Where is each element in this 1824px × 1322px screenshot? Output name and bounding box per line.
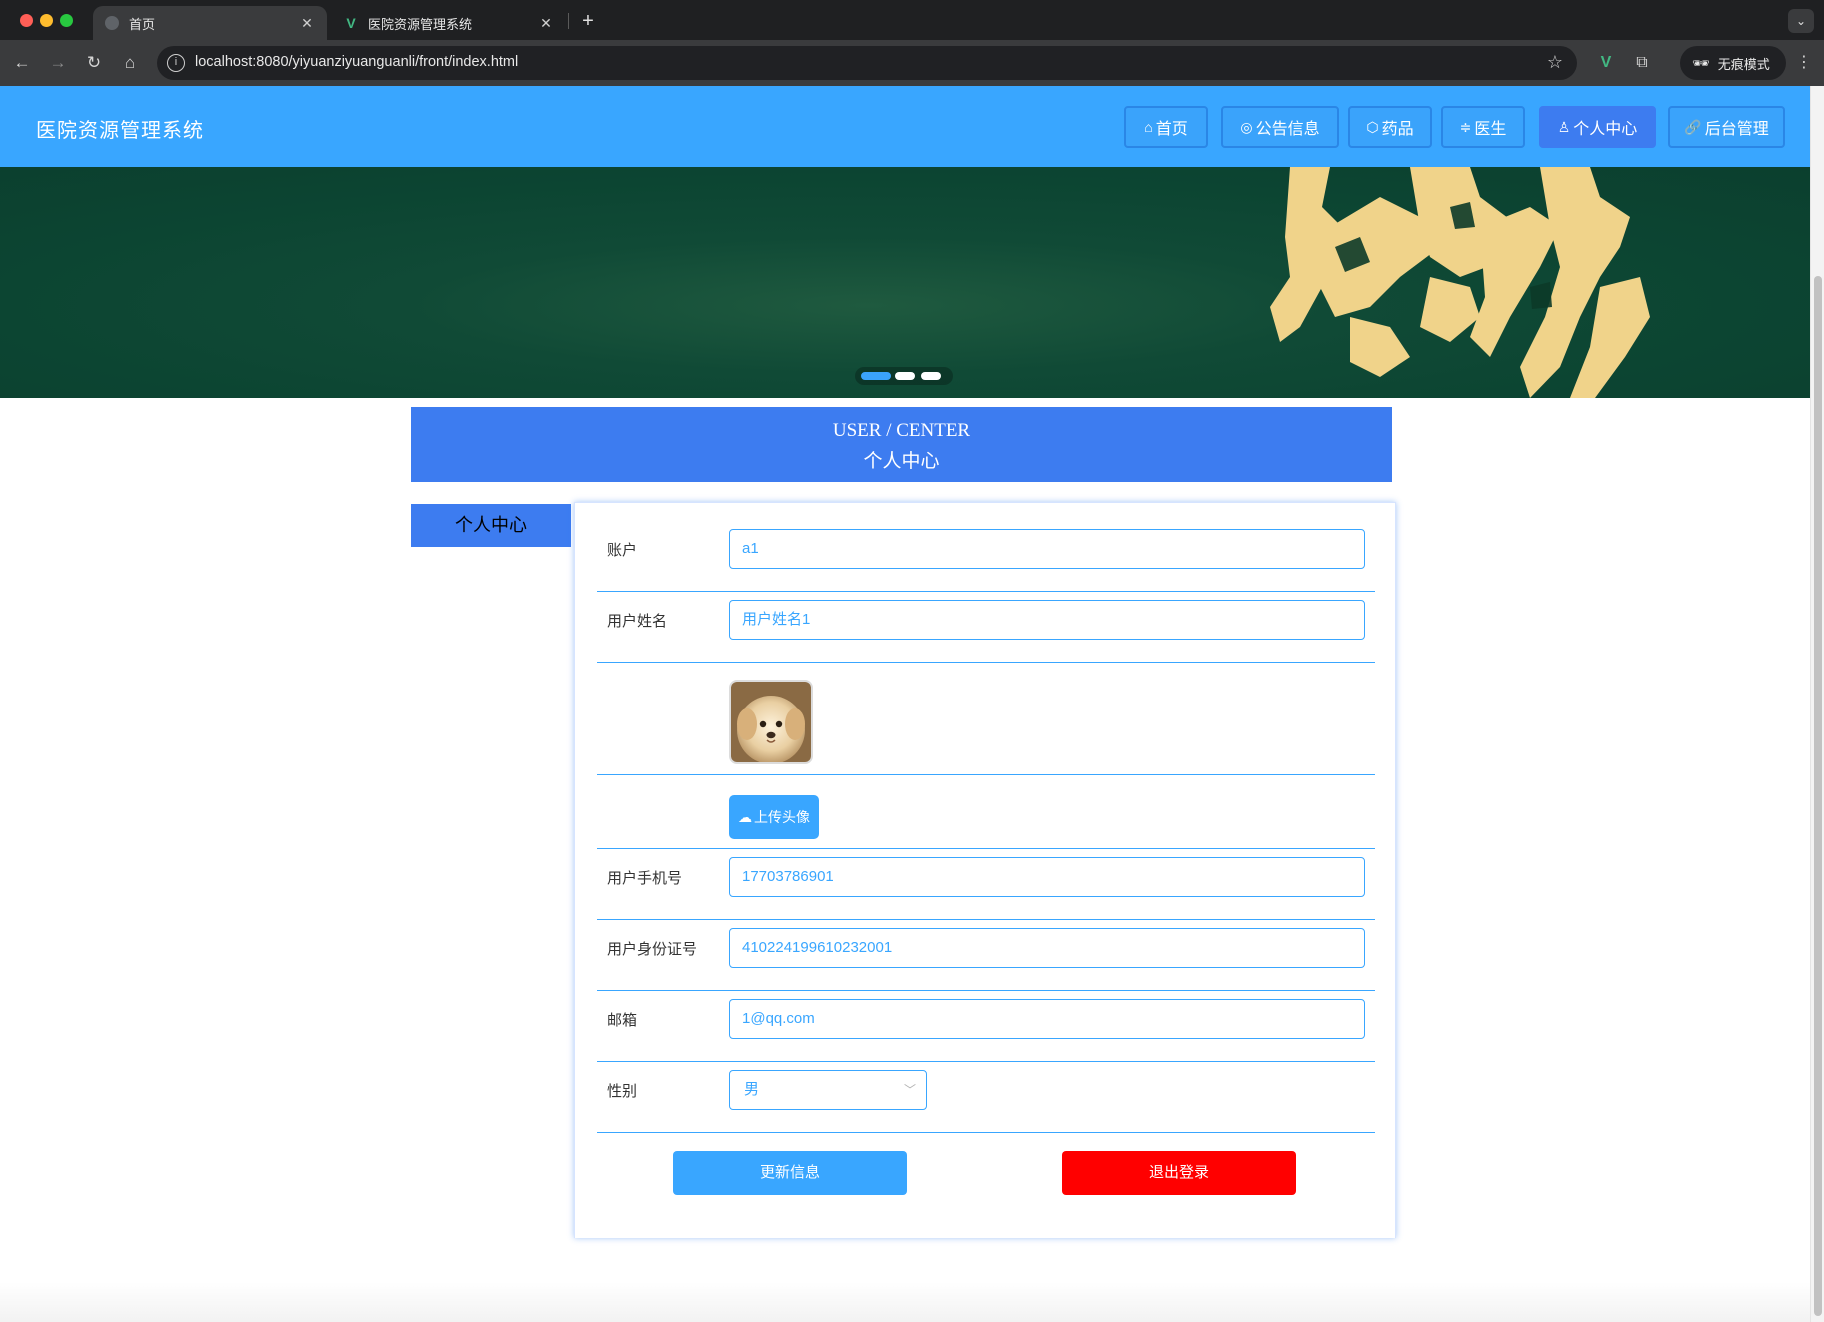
carousel-banner[interactable] (0, 167, 1810, 398)
bookmark-star-icon[interactable]: ☆ (1547, 52, 1563, 73)
nav-label: 药品 (1381, 121, 1414, 138)
carousel-indicators (855, 367, 953, 385)
nav-label: 公告信息 (1255, 121, 1320, 138)
nav-label: 首页 (1155, 121, 1188, 138)
nav-label: 个人中心 (1573, 121, 1638, 138)
nav-doctor[interactable]: ≑ 医生 (1441, 106, 1525, 148)
phone-input[interactable]: 17703786901 (729, 857, 1365, 897)
email-input[interactable]: 1@qq.com (729, 999, 1365, 1039)
chevron-down-icon: ﹀ (903, 1083, 916, 1097)
update-info-button[interactable]: 更新信息 (673, 1151, 907, 1195)
link-icon: 🔗 (1684, 118, 1702, 135)
browser-tab-strip: 首页 ✕ V 医院资源管理系统 ✕ + ⌄ (0, 0, 1824, 40)
avatar-image (729, 680, 813, 764)
upload-avatar-button[interactable]: ☁ 上传头像 (729, 795, 819, 839)
upload-label: 上传头像 (754, 809, 810, 825)
nav-medicine[interactable]: ⬡ 药品 (1348, 106, 1432, 148)
gender-value: 男 (744, 1081, 760, 1098)
url-text[interactable]: localhost:8080/yiyuanziyuanguanli/front/… (195, 54, 518, 70)
site-header: 医院资源管理系统 ⌂ 首页 ◎ 公告信息 ⬡ 药品 ≑ 医生 ♙ 个人中心 🔗 后台管理 (0, 86, 1810, 167)
back-arrow-icon[interactable]: ← (8, 49, 36, 77)
tab-close-icon[interactable]: ✕ (538, 15, 554, 32)
carousel-dot-2[interactable] (895, 372, 915, 380)
vue-favicon-icon: V (346, 15, 356, 31)
new-tab-button[interactable]: + (574, 8, 602, 34)
forward-arrow-icon[interactable]: → (44, 49, 72, 77)
browser-toolbar: ← → ↻ ⌂ i localhost:8080/yiyuanziyuangua… (0, 40, 1824, 86)
nav-user-center[interactable]: ♙ 个人中心 (1539, 106, 1656, 148)
phone-label: 用户手机号 (607, 870, 683, 887)
incognito-indicator[interactable]: 🕶 无痕模式 (1680, 46, 1786, 80)
account-label: 账户 (607, 542, 638, 559)
section-title-cn: 个人中心 (863, 451, 940, 472)
close-window-button[interactable] (20, 14, 33, 27)
scrollbar-thumb[interactable] (1814, 276, 1822, 1316)
id-card-label: 用户身份证号 (607, 941, 698, 958)
page-viewport: 医院资源管理系统 ⌂ 首页 ◎ 公告信息 ⬡ 药品 ≑ 医生 ♙ 个人中心 🔗 后台管理 (0, 86, 1810, 1322)
cloud-upload-icon: ☁ (738, 808, 752, 825)
nav-announcements[interactable]: ◎ 公告信息 (1221, 106, 1339, 148)
tab-title: 医院资源管理系统 (368, 16, 473, 32)
logout-button[interactable]: 退出登录 (1062, 1151, 1296, 1195)
maximize-window-button[interactable] (60, 14, 73, 27)
incognito-label: 无痕模式 (1717, 56, 1770, 72)
incognito-icon: 🕶 (1692, 54, 1710, 71)
tab-divider (568, 13, 569, 29)
sliders-icon: ≑ (1459, 118, 1472, 135)
id-card-input[interactable]: 410224199610232001 (729, 928, 1365, 968)
email-label: 邮箱 (607, 1012, 638, 1029)
extensions-puzzle-icon[interactable]: ⧉ (1628, 49, 1656, 77)
banner-illustration (1270, 167, 1650, 398)
section-title-en: USER / CENTER (832, 420, 971, 441)
user-name-input[interactable]: 用户姓名1 (729, 600, 1365, 640)
site-info-icon[interactable]: i (167, 54, 185, 72)
tab-search-icon[interactable]: ⌄ (1788, 9, 1814, 33)
address-bar[interactable]: i localhost:8080/yiyuanziyuanguanli/fron… (157, 46, 1577, 80)
browser-menu-icon[interactable]: ⋮ (1790, 49, 1818, 77)
user-info-form: 账户 a1 用户姓名 用户姓名1 ☁ 上传头像 用户手机号 1770378690… (574, 502, 1396, 1238)
carousel-dot-3[interactable] (921, 372, 941, 380)
form-row-id-card: 用户身份证号 410224199610232001 (597, 920, 1375, 991)
form-row-account: 账户 a1 (597, 521, 1375, 592)
cube-icon: ⬡ (1366, 118, 1379, 135)
nav-label: 医生 (1474, 121, 1507, 138)
home-icon[interactable]: ⌂ (116, 49, 144, 77)
user-icon: ♙ (1557, 118, 1571, 135)
form-row-gender: 性别 男 ﹀ (597, 1062, 1375, 1133)
globe-favicon-icon (105, 16, 119, 30)
form-row-avatar (597, 663, 1375, 775)
tab-title: 首页 (129, 16, 156, 32)
form-row-email: 邮箱 1@qq.com (597, 991, 1375, 1062)
section-title: USER / CENTER 个人中心 (411, 407, 1392, 482)
nav-admin[interactable]: 🔗 后台管理 (1668, 106, 1785, 148)
user-name-label: 用户姓名 (607, 613, 668, 630)
form-row-phone: 用户手机号 17703786901 (597, 849, 1375, 920)
side-nav-user-center[interactable]: 个人中心 (411, 504, 571, 547)
page-bottom-fade (0, 1282, 1810, 1322)
site-title: 医院资源管理系统 (36, 120, 204, 142)
vue-devtools-icon[interactable]: V (1592, 49, 1620, 77)
nav-label: 后台管理 (1704, 121, 1769, 138)
form-row-user-name: 用户姓名 用户姓名1 (597, 592, 1375, 663)
minimize-window-button[interactable] (40, 14, 53, 27)
browser-tab-home[interactable]: 首页 ✕ (93, 6, 327, 40)
gender-select[interactable]: 男 ﹀ (729, 1070, 927, 1110)
form-row-upload: ☁ 上传头像 (597, 775, 1375, 849)
tab-close-icon[interactable]: ✕ (299, 15, 315, 32)
home-icon: ⌂ (1144, 119, 1153, 135)
carousel-dot-1[interactable] (861, 372, 891, 380)
gender-label: 性别 (607, 1083, 638, 1100)
nav-home[interactable]: ⌂ 首页 (1124, 106, 1208, 148)
page-scrollbar[interactable] (1810, 86, 1824, 1322)
globe-icon: ◎ (1240, 118, 1253, 135)
browser-tab-system[interactable]: V 医院资源管理系统 ✕ (332, 6, 566, 40)
account-input[interactable]: a1 (729, 529, 1365, 569)
reload-icon[interactable]: ↻ (80, 49, 108, 77)
